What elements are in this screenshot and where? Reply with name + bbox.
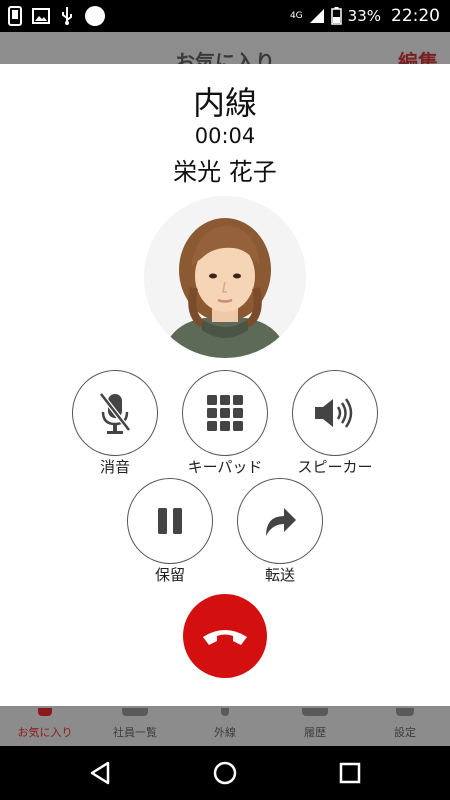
call-duration: 00:04	[194, 124, 256, 148]
call-screen: 内線 00:04 栄光 花子 消音 キーパッド スピーカー 保留 転送	[0, 64, 450, 706]
pause-icon	[158, 508, 182, 534]
tab-label: お気に入り	[17, 726, 73, 739]
tab-label: 設定	[394, 726, 416, 739]
signal-icon	[309, 9, 324, 23]
circle-notification-icon	[85, 6, 105, 26]
usb-icon	[62, 7, 72, 25]
gear-icon	[396, 708, 414, 716]
tab-label: 履歴	[304, 726, 326, 739]
call-line-type: 内線	[192, 84, 257, 122]
forward-arrow-icon	[266, 508, 296, 536]
phone-icon	[221, 708, 229, 716]
battery-percent: 33%	[347, 7, 381, 25]
phone-notification-icon	[8, 6, 22, 26]
keypad-button[interactable]	[182, 370, 268, 456]
recents-button[interactable]	[335, 758, 365, 788]
background-header: お気に入り 編集	[0, 32, 450, 74]
transfer-button[interactable]	[237, 478, 323, 564]
home-button[interactable]	[210, 758, 240, 788]
tab-label: 社員一覧	[113, 726, 157, 739]
caller-name: 栄光 花子	[173, 158, 277, 186]
speaker-label: スピーカー	[297, 458, 373, 476]
tab-label: 外線	[214, 726, 236, 739]
hold-button[interactable]	[127, 478, 213, 564]
end-call-button[interactable]	[183, 594, 267, 678]
network-type: 4G	[289, 10, 303, 21]
person-icon	[122, 708, 148, 716]
status-bar: 4G 33% 22:20	[0, 0, 450, 32]
keypad-icon	[207, 395, 243, 431]
back-button[interactable]	[85, 758, 115, 788]
hang-up-icon	[203, 630, 247, 645]
microphone-muted-icon	[99, 392, 131, 434]
recents-square-icon	[339, 762, 361, 784]
back-triangle-icon	[90, 761, 110, 785]
speaker-icon	[315, 398, 353, 428]
star-icon	[38, 708, 52, 716]
system-navigation-bar	[0, 746, 450, 800]
speaker-button[interactable]	[292, 370, 378, 456]
history-icon	[302, 708, 328, 716]
transfer-label: 転送	[264, 566, 295, 584]
mute-label: 消音	[99, 458, 130, 476]
mute-button[interactable]	[72, 370, 158, 456]
battery-icon	[330, 7, 342, 25]
home-circle-icon	[213, 761, 237, 785]
hold-label: 保留	[154, 566, 185, 584]
keypad-label: キーパッド	[187, 458, 263, 476]
image-notification-icon	[32, 8, 50, 24]
clock: 22:20	[391, 6, 440, 26]
caller-avatar	[144, 196, 306, 358]
